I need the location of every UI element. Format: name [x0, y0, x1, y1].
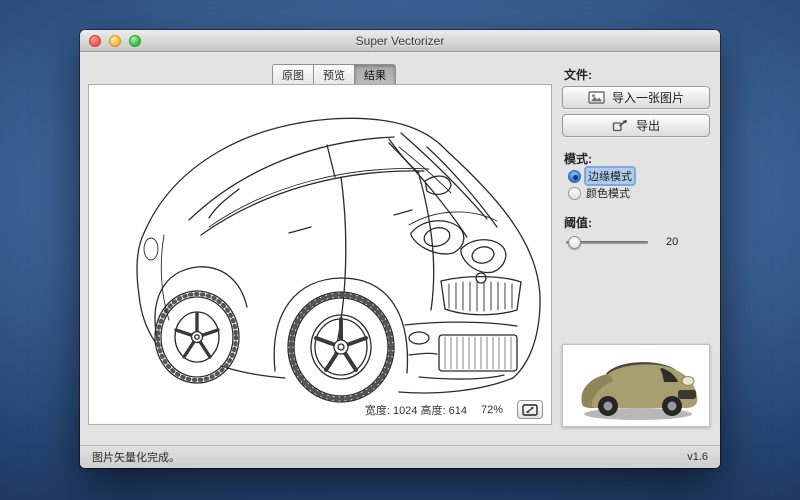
original-car-photo [566, 348, 706, 424]
app-window: Super Vectorizer 原图 预览 结果 [80, 30, 720, 468]
fit-to-window-button[interactable] [517, 400, 543, 419]
desktop: { "window": { "title": "Super Vectorizer… [0, 0, 800, 500]
status-bar: 图片矢量化完成。 v1.6 [80, 445, 720, 468]
window-title: Super Vectorizer [356, 34, 445, 48]
image-info-row: 宽度: 1024 高度: 614 72% [365, 400, 543, 419]
export-button[interactable]: 导出 [562, 114, 710, 137]
color-mode-option[interactable]: 颜色模式 [568, 185, 630, 201]
traffic-lights [89, 35, 141, 47]
edge-mode-radio[interactable] [568, 170, 581, 183]
import-image-button[interactable]: 导入一张图片 [562, 86, 710, 109]
control-panel: 文件: 导入一张图片 导出 模式: 边缘 [562, 52, 712, 468]
threshold-section-label: 阈值: [564, 214, 592, 231]
zoom-button[interactable] [129, 35, 141, 47]
version-label: v1.6 [687, 451, 708, 463]
minimize-button[interactable] [109, 35, 121, 47]
vectorized-car-drawing [89, 85, 553, 424]
original-image-thumbnail [562, 344, 710, 427]
close-button[interactable] [89, 35, 101, 47]
titlebar[interactable]: Super Vectorizer [80, 30, 720, 52]
export-arrow-icon [612, 119, 629, 132]
zoom-level-label: 72% [481, 404, 503, 416]
threshold-slider[interactable] [566, 241, 648, 244]
picture-icon [588, 91, 605, 104]
color-mode-label: 颜色模式 [586, 185, 630, 201]
edge-mode-option[interactable]: 边缘模式 [568, 168, 634, 184]
import-button-label: 导入一张图片 [612, 89, 684, 106]
file-section-label: 文件: [564, 66, 592, 83]
status-text: 图片矢量化完成。 [92, 449, 180, 465]
color-mode-radio[interactable] [568, 187, 581, 200]
fit-icon [522, 404, 538, 416]
threshold-value: 20 [666, 236, 678, 248]
edge-mode-label: 边缘模式 [586, 168, 634, 184]
result-canvas: 宽度: 1024 高度: 614 72% [88, 84, 552, 425]
export-button-label: 导出 [636, 117, 660, 134]
mode-section-label: 模式: [564, 150, 592, 167]
threshold-slider-row: 20 [566, 236, 678, 248]
window-content: 原图 预览 结果 [80, 52, 720, 468]
image-size-label: 宽度: 1024 高度: 614 [365, 402, 467, 418]
threshold-slider-thumb[interactable] [568, 236, 581, 249]
